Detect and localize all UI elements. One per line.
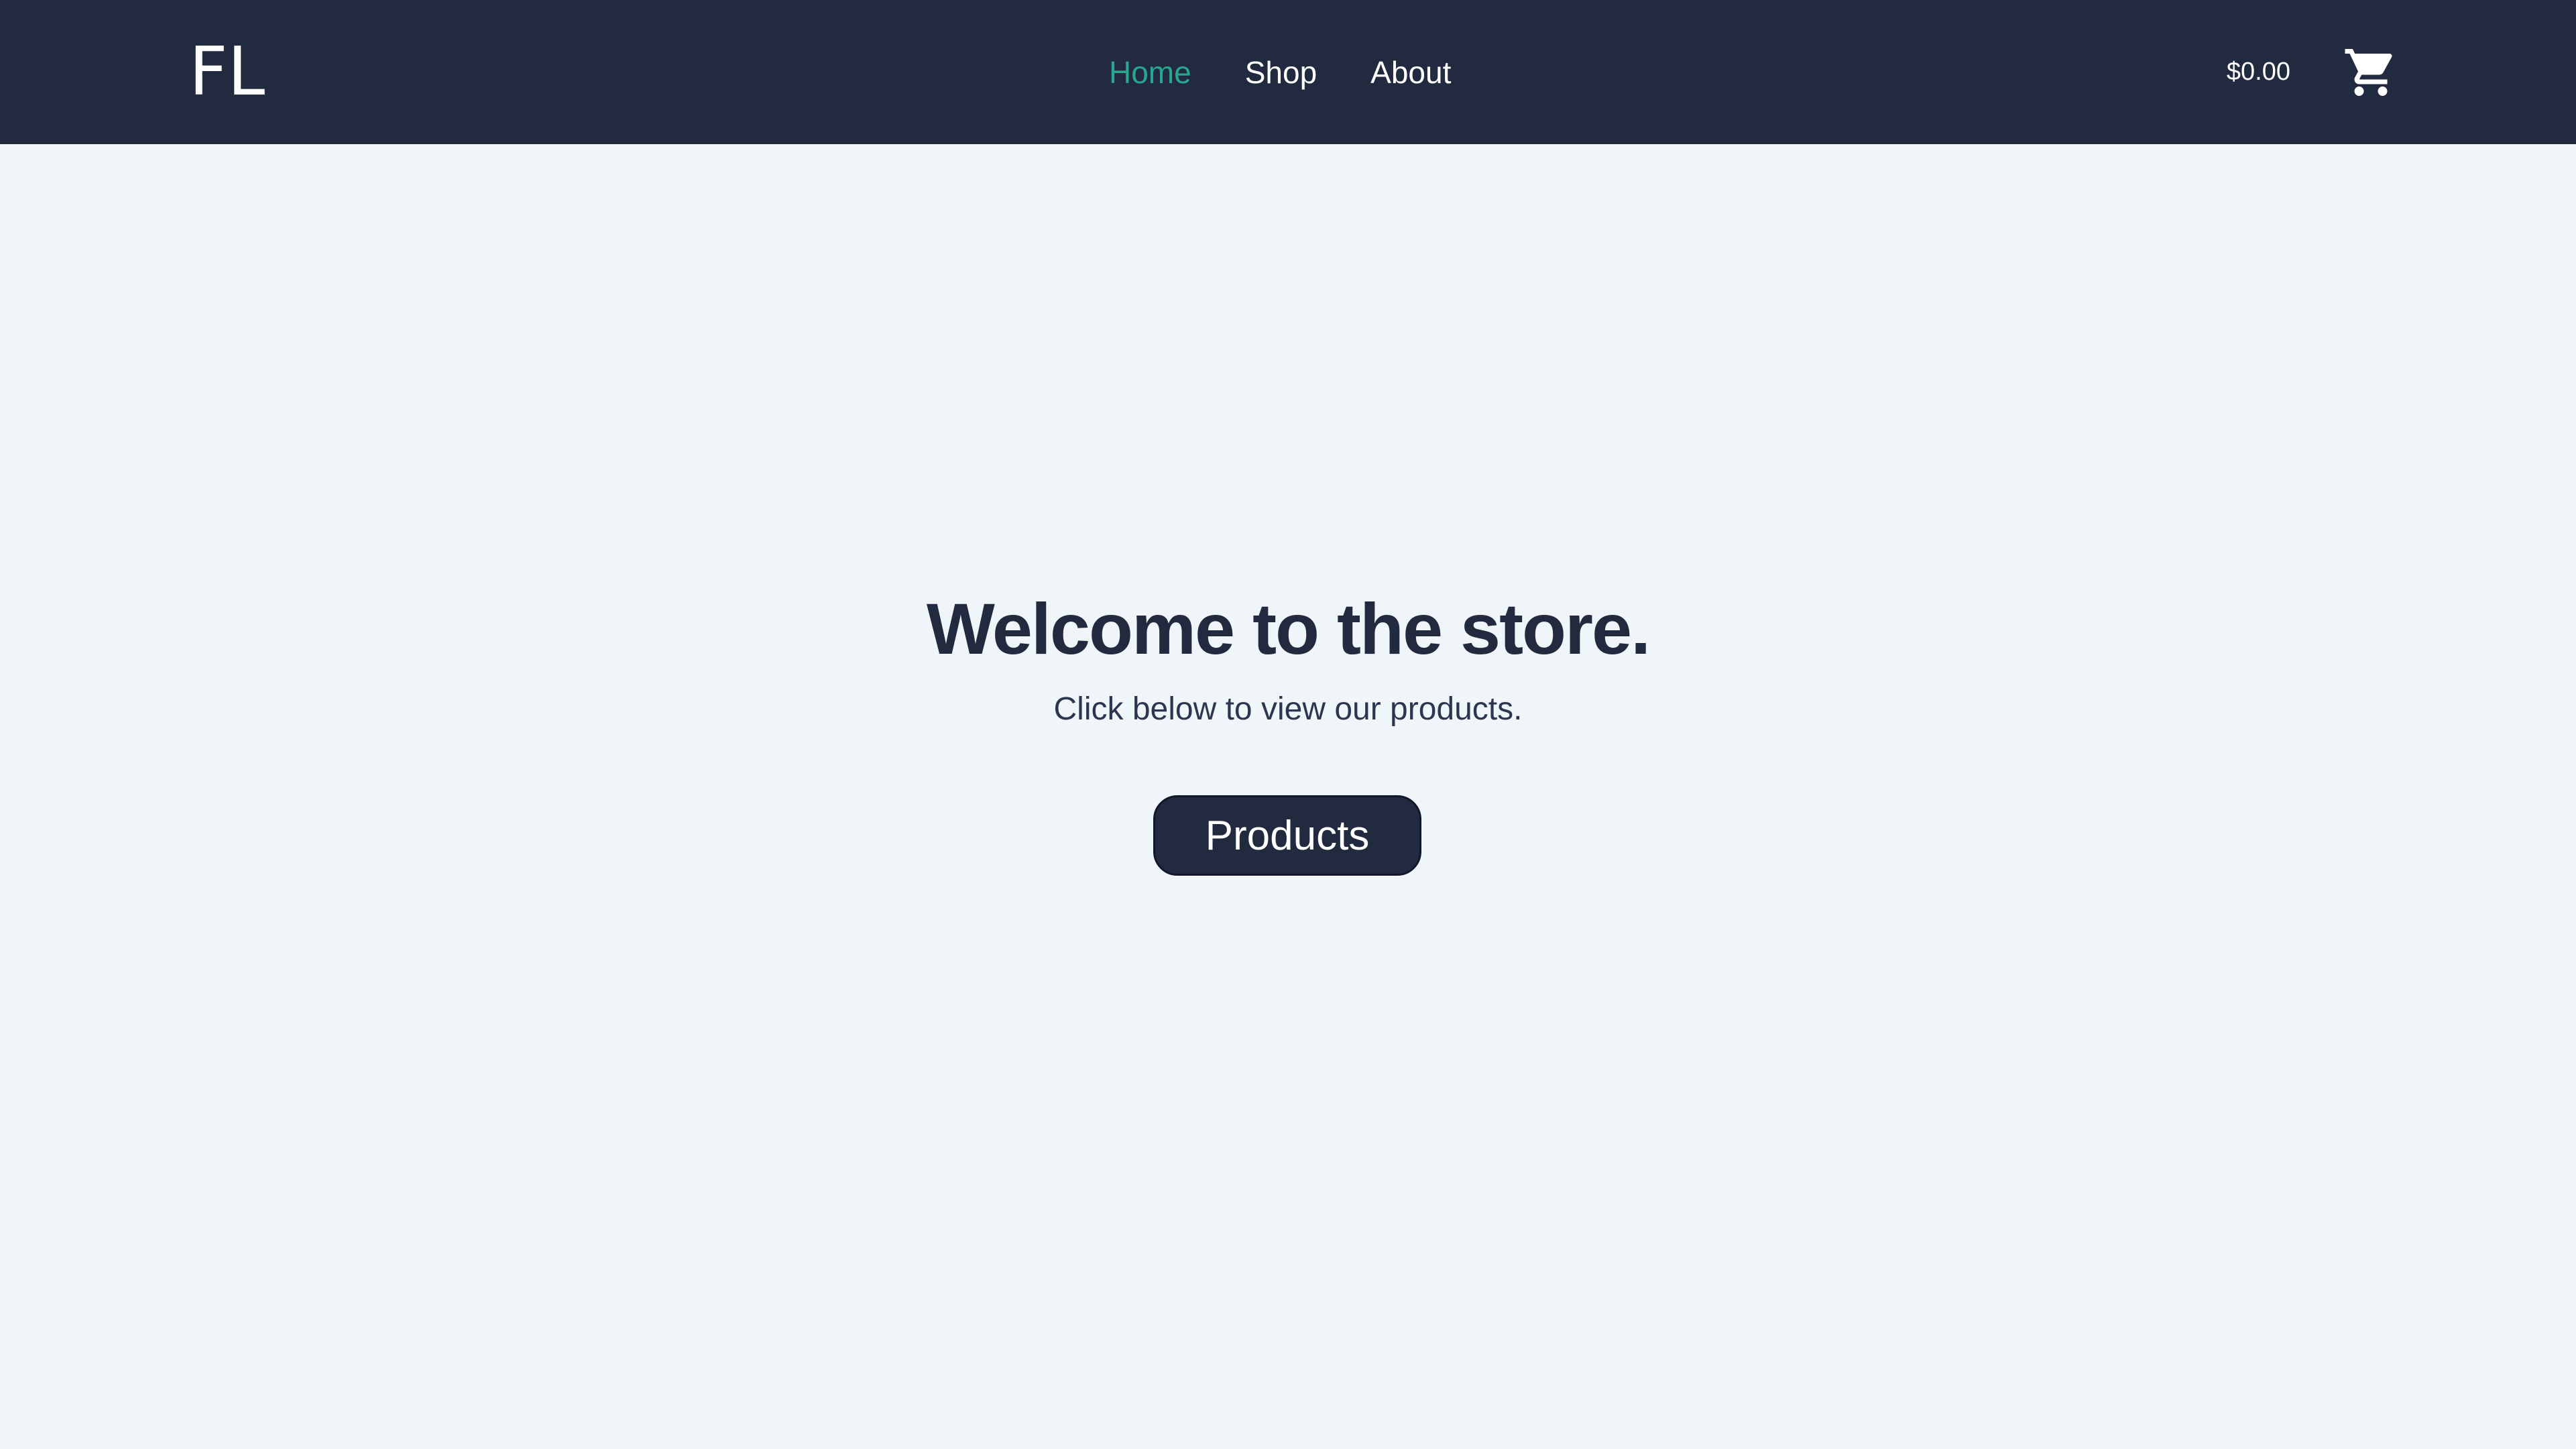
hero-section: Welcome to the store. Click below to vie… [0,144,2576,1449]
nav-link-home[interactable]: Home [1109,54,1191,91]
nav-link-about[interactable]: About [1370,54,1451,91]
top-navbar: FL Home Shop About $0.00 [0,0,2576,144]
shopping-cart-icon-svg [2345,48,2392,96]
main-nav: Home Shop About [1109,0,1505,144]
cart-area: $0.00 [2227,0,2402,144]
hero-title: Welcome to the store. [926,588,1651,669]
cart-total: $0.00 [2226,58,2290,86]
products-button[interactable]: Products [1153,795,1421,876]
shopping-cart-icon[interactable] [2340,42,2402,103]
brand-logo[interactable]: FL [189,35,265,109]
hero-subtitle: Click below to view our products. [1053,691,1523,727]
nav-link-shop[interactable]: Shop [1245,54,1317,91]
